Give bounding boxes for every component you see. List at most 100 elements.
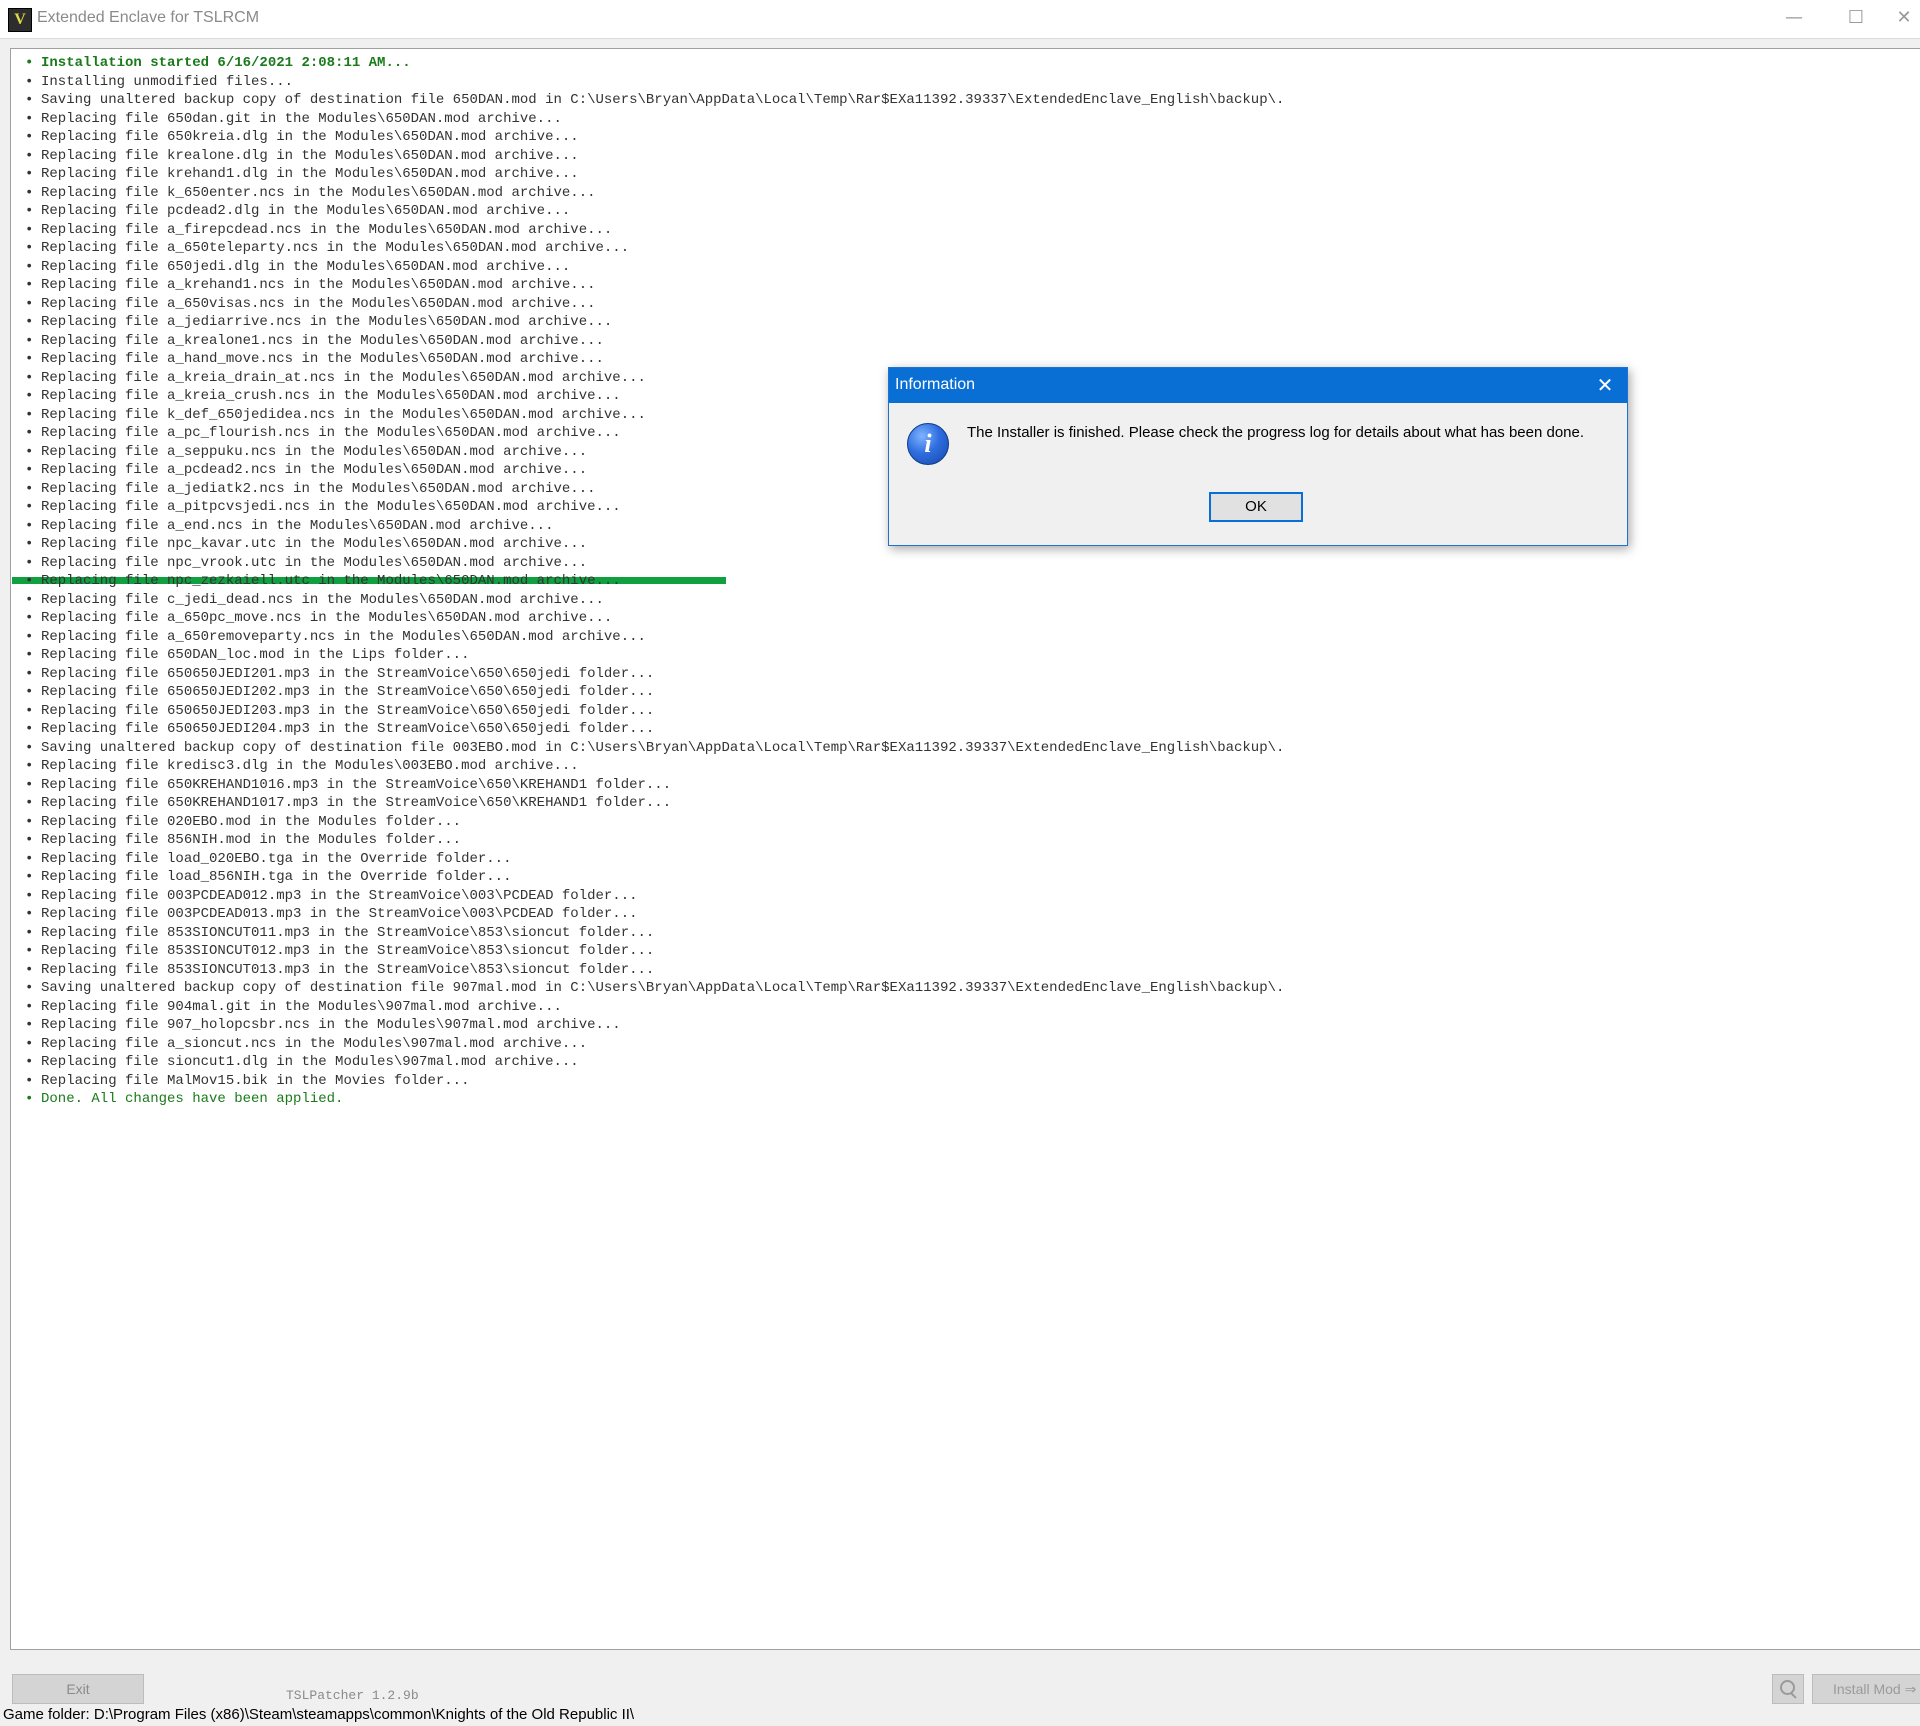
log-line: • Replacing file a_end.ncs in the Modules… [25, 517, 553, 535]
bullet-icon: • [25, 258, 34, 275]
log-line: • Replacing file 650jedi.dlg in the Modul… [25, 258, 570, 276]
log-line-text: Replacing file a_650visas.ncs in the Mod… [41, 295, 596, 312]
log-line: • Replacing file a_hand_move.ncs in the M… [25, 350, 604, 368]
log-line-text: Replacing file krealone.dlg in the Modul… [41, 147, 579, 164]
log-line-text: Replacing file a_pc_flourish.ncs in the … [41, 425, 621, 441]
bullet-icon: • [25, 887, 34, 904]
log-line-text: Replacing file krehand1.dlg in the Modul… [41, 166, 579, 182]
progress-log[interactable]: • Installation started 6/16/2021 2:08:11 … [10, 48, 1920, 1650]
log-line: • Replacing file pcdead2.dlg in the Modul… [25, 202, 570, 220]
log-line-text: Replacing file 650KREHAND1016.mp3 in the… [41, 776, 672, 793]
ok-button[interactable]: OK [1209, 492, 1303, 522]
log-line-text: Replacing file a_jediatk2.ncs in the Mod… [41, 480, 596, 497]
log-line: • Replacing file a_firepcdead.ncs in the … [25, 221, 612, 239]
game-folder-status: Game folder: D:\Program Files (x86)\Stea… [3, 1706, 635, 1723]
log-line-text: Replacing file a_kreia_drain_at.ncs in t… [41, 369, 646, 386]
log-line: • Replacing file npc_vrook.utc in the Mod… [25, 554, 587, 572]
exit-button[interactable]: Exit [12, 1674, 144, 1704]
close-button[interactable]: ✕ [1888, 0, 1920, 38]
bullet-icon: • [25, 369, 34, 386]
log-line: • Done. All changes have been applied. [25, 1090, 343, 1108]
log-line: • Installing unmodified files... [25, 73, 293, 91]
bullet-icon: • [25, 110, 34, 127]
dialog-title: Information [895, 376, 976, 393]
bullet-icon: • [25, 1017, 34, 1033]
log-line-text: Replacing file a_hand_move.ncs in the Mo… [41, 351, 604, 367]
install-mod-button[interactable]: Install Mod ⇒ [1812, 1674, 1920, 1704]
log-line-text: Replacing file npc_vrook.utc in the Modu… [41, 554, 588, 571]
version-label: TSLPatcher 1.2.9b [286, 1688, 419, 1703]
bullet-icon: • [25, 388, 34, 404]
log-line: • Replacing file 003PCDEAD013.mp3 in the … [25, 905, 638, 923]
bullet-icon: • [25, 1091, 34, 1107]
log-line-text: Replacing file k_650enter.ncs in the Mod… [41, 184, 596, 201]
bullet-icon: • [25, 480, 34, 497]
log-line: • Replacing file 907_holopcsbr.ncs in the… [25, 1016, 621, 1034]
bullet-icon: • [25, 443, 34, 460]
bullet-icon: • [25, 203, 34, 219]
bullet-icon: • [25, 166, 34, 182]
log-line: • Replacing file a_sioncut.ncs in the Mod… [25, 1035, 587, 1053]
log-line: • Replacing file a_pc_flourish.ncs in the… [25, 424, 621, 442]
log-line-text: Replacing file 853SIONCUT013.mp3 in the … [41, 961, 655, 978]
bullet-icon: • [25, 73, 34, 90]
search-button[interactable] [1772, 1674, 1804, 1704]
log-line: • Replacing file a_kreia_drain_at.ncs in … [25, 369, 646, 387]
bullet-icon: • [25, 850, 34, 867]
log-line: • Replacing file 650650JEDI201.mp3 in the… [25, 665, 654, 683]
bullet-icon: • [25, 591, 34, 608]
log-line-text: Replacing file kredisc3.dlg in the Modul… [41, 758, 579, 774]
bullet-icon: • [25, 647, 34, 663]
log-line-text: Replacing file 853SIONCUT011.mp3 in the … [41, 924, 655, 941]
log-line: • Saving unaltered backup copy of destina… [25, 739, 1284, 757]
dialog-close-icon[interactable]: ✕ [1583, 368, 1627, 403]
log-line: • Replacing file load_020EBO.tga in the O… [25, 850, 511, 868]
bullet-icon: • [25, 758, 34, 774]
log-line: • Replacing file 650kreia.dlg in the Modu… [25, 128, 579, 146]
bullet-icon: • [25, 721, 34, 737]
log-line: • Replacing file 650650JEDI204.mp3 in the… [25, 720, 654, 738]
log-line-text: Replacing file MalMov15.bik in the Movie… [41, 1072, 470, 1089]
log-line: • Replacing file a_650visas.ncs in the Mo… [25, 295, 596, 313]
log-line: • Replacing file 853SIONCUT012.mp3 in the… [25, 942, 654, 960]
log-line-text: Replacing file 020EBO.mod in the Modules… [41, 813, 462, 830]
log-line: • Replacing file a_krehand1.ncs in the Mo… [25, 276, 596, 294]
log-line-text: Replacing file sioncut1.dlg in the Modul… [41, 1054, 579, 1070]
log-line-text: Replacing file 853SIONCUT012.mp3 in the … [41, 943, 655, 959]
bullet-icon: • [25, 924, 34, 941]
minimize-button[interactable]: — [1766, 0, 1822, 38]
log-line: • Saving unaltered backup copy of destina… [25, 91, 1284, 109]
window-title: Extended Enclave for TSLRCM [37, 9, 260, 26]
log-line: • Replacing file 650dan.git in the Module… [25, 110, 562, 128]
bullet-icon: • [25, 462, 34, 478]
dialog-message: The Installer is finished. Please check … [967, 424, 1585, 441]
log-line: • Replacing file a_jediarrive.ncs in the … [25, 313, 612, 331]
bullet-icon: • [25, 314, 34, 330]
bullet-icon: • [25, 517, 34, 534]
log-line-text: Replacing file npc_kavar.utc in the Modu… [41, 536, 588, 552]
log-line-text: Replacing file a_krehand1.ncs in the Mod… [41, 277, 596, 293]
status-bar: Game folder: D:\Program Files (x86)\Stea… [0, 1704, 1920, 1726]
bullet-icon: • [25, 1072, 34, 1089]
log-line-text: Replacing file pcdead2.dlg in the Module… [41, 203, 571, 219]
bullet-icon: • [25, 499, 34, 515]
log-line: • Replacing file MalMov15.bik in the Movi… [25, 1072, 469, 1090]
maximize-button[interactable]: ☐ [1828, 0, 1884, 38]
log-line: • Replacing file 650650JEDI202.mp3 in the… [25, 683, 654, 701]
log-line-text: Replacing file 650jedi.dlg in the Module… [41, 258, 571, 275]
log-line: • Replacing file 904mal.git in the Module… [25, 998, 562, 1016]
log-line: • Replacing file 650KREHAND1016.mp3 in th… [25, 776, 671, 794]
installer-window: V Extended Enclave for TSLRCM — ☐ ✕ • Ins… [0, 0, 1920, 1726]
title-bar: V Extended Enclave for TSLRCM — ☐ ✕ [0, 0, 1920, 39]
log-line: • Replacing file sioncut1.dlg in the Modu… [25, 1053, 579, 1071]
log-line: • Replacing file c_jedi_dead.ncs in the M… [25, 591, 604, 609]
bullet-icon: • [25, 351, 34, 367]
log-line: • Replacing file a_jediatk2.ncs in the Mo… [25, 480, 596, 498]
bullet-icon: • [25, 147, 34, 164]
bullet-icon: • [25, 980, 34, 996]
log-line-text: Replacing file 650dan.git in the Modules… [41, 110, 562, 127]
bullet-icon: • [25, 906, 34, 922]
log-line: • Replacing file a_650pc_move.ncs in the … [25, 609, 612, 627]
bullet-icon: • [25, 998, 34, 1015]
log-line-text: Replacing file a_pcdead2.ncs in the Modu… [41, 462, 588, 478]
